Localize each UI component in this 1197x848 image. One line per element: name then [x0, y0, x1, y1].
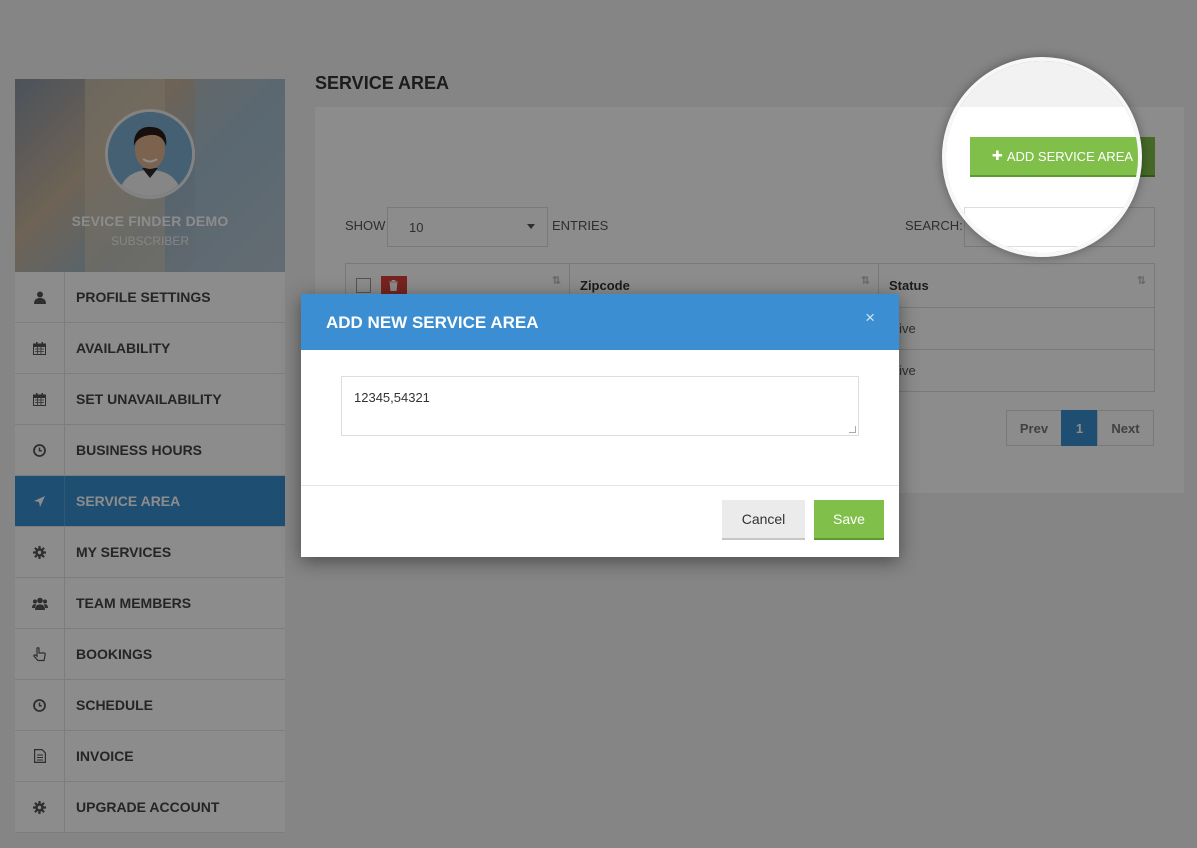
search-input-highlight	[964, 207, 1138, 247]
resize-handle-icon[interactable]	[849, 426, 856, 433]
modal-body: 12345,54321	[301, 350, 899, 486]
add-service-area-modal: ADD NEW SERVICE AREA × 12345,54321 Cance…	[301, 294, 899, 557]
plus-icon: ✚	[991, 148, 1003, 163]
close-icon[interactable]: ×	[865, 308, 875, 328]
spotlight-highlight: ✚ ADD SERVICE AREA	[942, 57, 1142, 257]
add-service-area-button-highlight[interactable]: ✚ ADD SERVICE AREA	[970, 137, 1138, 177]
cancel-button[interactable]: Cancel	[722, 500, 805, 540]
zipcode-textarea[interactable]: 12345,54321	[341, 376, 859, 436]
modal-header: ADD NEW SERVICE AREA ×	[301, 294, 899, 350]
modal-footer: Cancel Save	[301, 486, 899, 557]
modal-title: ADD NEW SERVICE AREA	[326, 313, 539, 332]
save-button[interactable]: Save	[814, 500, 884, 540]
